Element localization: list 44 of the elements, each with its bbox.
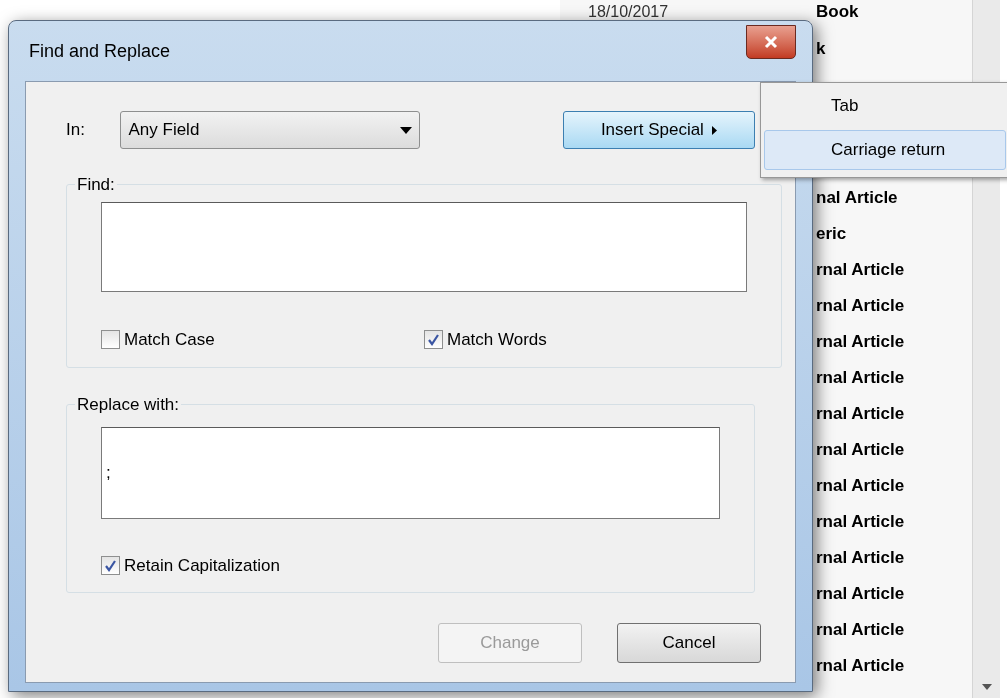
list-type: eric	[816, 223, 847, 246]
checkmark-icon	[104, 558, 117, 572]
checkmark-icon	[427, 333, 440, 347]
caret-icon	[399, 126, 412, 134]
menu-item[interactable]: Tab	[764, 86, 1006, 126]
find-label: Find:	[76, 174, 116, 196]
in-label: In:	[66, 119, 86, 142]
list-type: rnal Article	[816, 439, 905, 462]
replace-label: Replace with:	[76, 393, 181, 416]
submenu-arrow-icon	[711, 125, 717, 135]
dialog-button[interactable]: Cancel	[617, 623, 761, 663]
list-type: rnal Article	[816, 619, 905, 642]
close-button[interactable]	[746, 25, 796, 59]
list-type: rnal Article	[816, 259, 905, 282]
list-type: rnal Article	[816, 583, 905, 606]
checkbox[interactable]	[101, 555, 120, 575]
insert-special-button[interactable]: Insert Special	[562, 111, 755, 149]
checkbox-label: Match Case	[124, 329, 215, 351]
checkbox-option[interactable]: Match Words	[424, 327, 747, 353]
checkbox-option[interactable]: Retain Capitalization	[101, 552, 720, 578]
window-title: Find and Replace	[28, 39, 171, 63]
list-type: rnal Article	[816, 655, 905, 678]
list-type: k	[816, 38, 826, 61]
list-type: rnal Article	[816, 547, 905, 570]
list-type: rnal Article	[816, 367, 905, 390]
checkbox[interactable]	[101, 330, 120, 350]
find-input-field[interactable]	[101, 201, 747, 292]
checkbox-label: Match Words	[447, 329, 547, 351]
checkbox-option[interactable]: Match Case	[101, 327, 424, 353]
checkbox[interactable]	[424, 330, 443, 350]
field-dropdown[interactable]: Any Field	[120, 111, 420, 149]
list-date: 18/10/2017	[588, 2, 669, 22]
list-type: rnal Article	[816, 295, 905, 318]
list-type: rnal Article	[816, 475, 905, 498]
close-icon	[763, 35, 779, 49]
scroll-down-icon[interactable]	[981, 684, 992, 690]
list-type: nal Article	[816, 187, 898, 210]
list-type: rnal Article	[816, 331, 905, 354]
menu-item[interactable]: Carriage return	[764, 130, 1006, 170]
checkbox-label: Retain Capitalization	[124, 554, 280, 577]
list-type: rnal Article	[816, 511, 905, 534]
replace-input-field[interactable]: ;	[101, 427, 720, 519]
list-type: Book	[816, 1, 859, 24]
list-type: rnal Article	[816, 403, 905, 426]
